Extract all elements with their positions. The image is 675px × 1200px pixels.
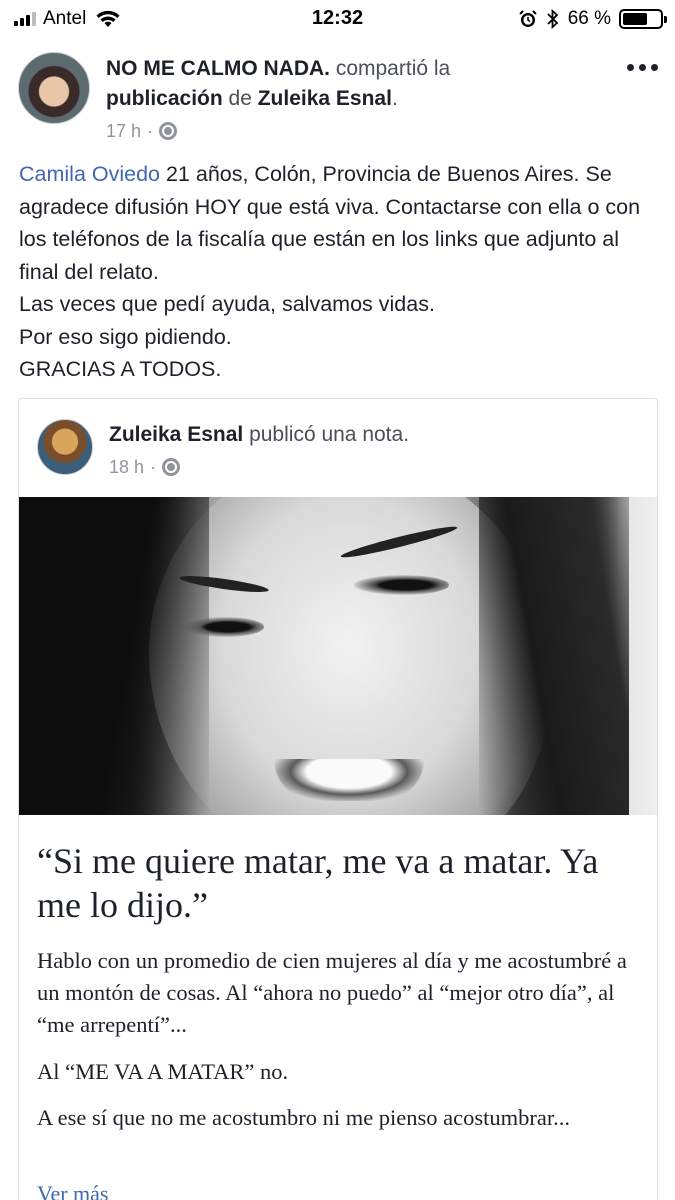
card-header: Zuleika Esnal publicó una nota. 18 h · (19, 399, 657, 497)
shared-note-card[interactable]: Zuleika Esnal publicó una nota. 18 h · “… (18, 398, 658, 1200)
dot-icon (639, 64, 646, 71)
post-timestamp[interactable]: 17 h (106, 116, 141, 146)
dot-icon (651, 64, 658, 71)
note-cover-photo[interactable] (19, 497, 657, 815)
author-name[interactable]: NO ME CALMO NADA. (106, 57, 330, 80)
card-author-avatar[interactable] (37, 419, 93, 475)
battery-percent: 66 % (567, 8, 611, 29)
card-timestamp[interactable]: 18 h (109, 453, 144, 481)
author-avatar[interactable] (18, 52, 90, 124)
original-author-link[interactable]: Zuleika Esnal (258, 87, 392, 110)
globe-icon (159, 122, 178, 140)
note-paragraph: Al “ME VA A MATAR” no. (37, 1059, 289, 1084)
mention-link[interactable]: Camila Oviedo (19, 162, 160, 186)
more-options-button[interactable] (627, 64, 658, 71)
see-more-link[interactable]: Ver más (37, 1181, 108, 1200)
battery-icon (619, 9, 667, 29)
note-paragraph: Hablo con un promedio de cien mujeres al… (37, 948, 627, 1037)
card-author-name[interactable]: Zuleika Esnal (109, 423, 243, 446)
bluetooth-icon (547, 9, 558, 29)
post-body: Camila Oviedo 21 años, Colón, Provincia … (19, 162, 641, 381)
globe-icon (162, 458, 181, 476)
dot-icon (627, 64, 634, 71)
status-bar: Antel 12:32 66 % (0, 0, 675, 38)
post-headline: NO ME CALMO NADA. compartió la publicaci… (106, 54, 606, 146)
shared-object-link[interactable]: publicación (106, 87, 223, 110)
note-paragraph: A ese sí que no me acostumbro ni me pien… (37, 1105, 571, 1130)
note-title[interactable]: “Si me quiere matar, me va a matar. Ya m… (37, 839, 647, 927)
alarm-icon (518, 10, 537, 27)
